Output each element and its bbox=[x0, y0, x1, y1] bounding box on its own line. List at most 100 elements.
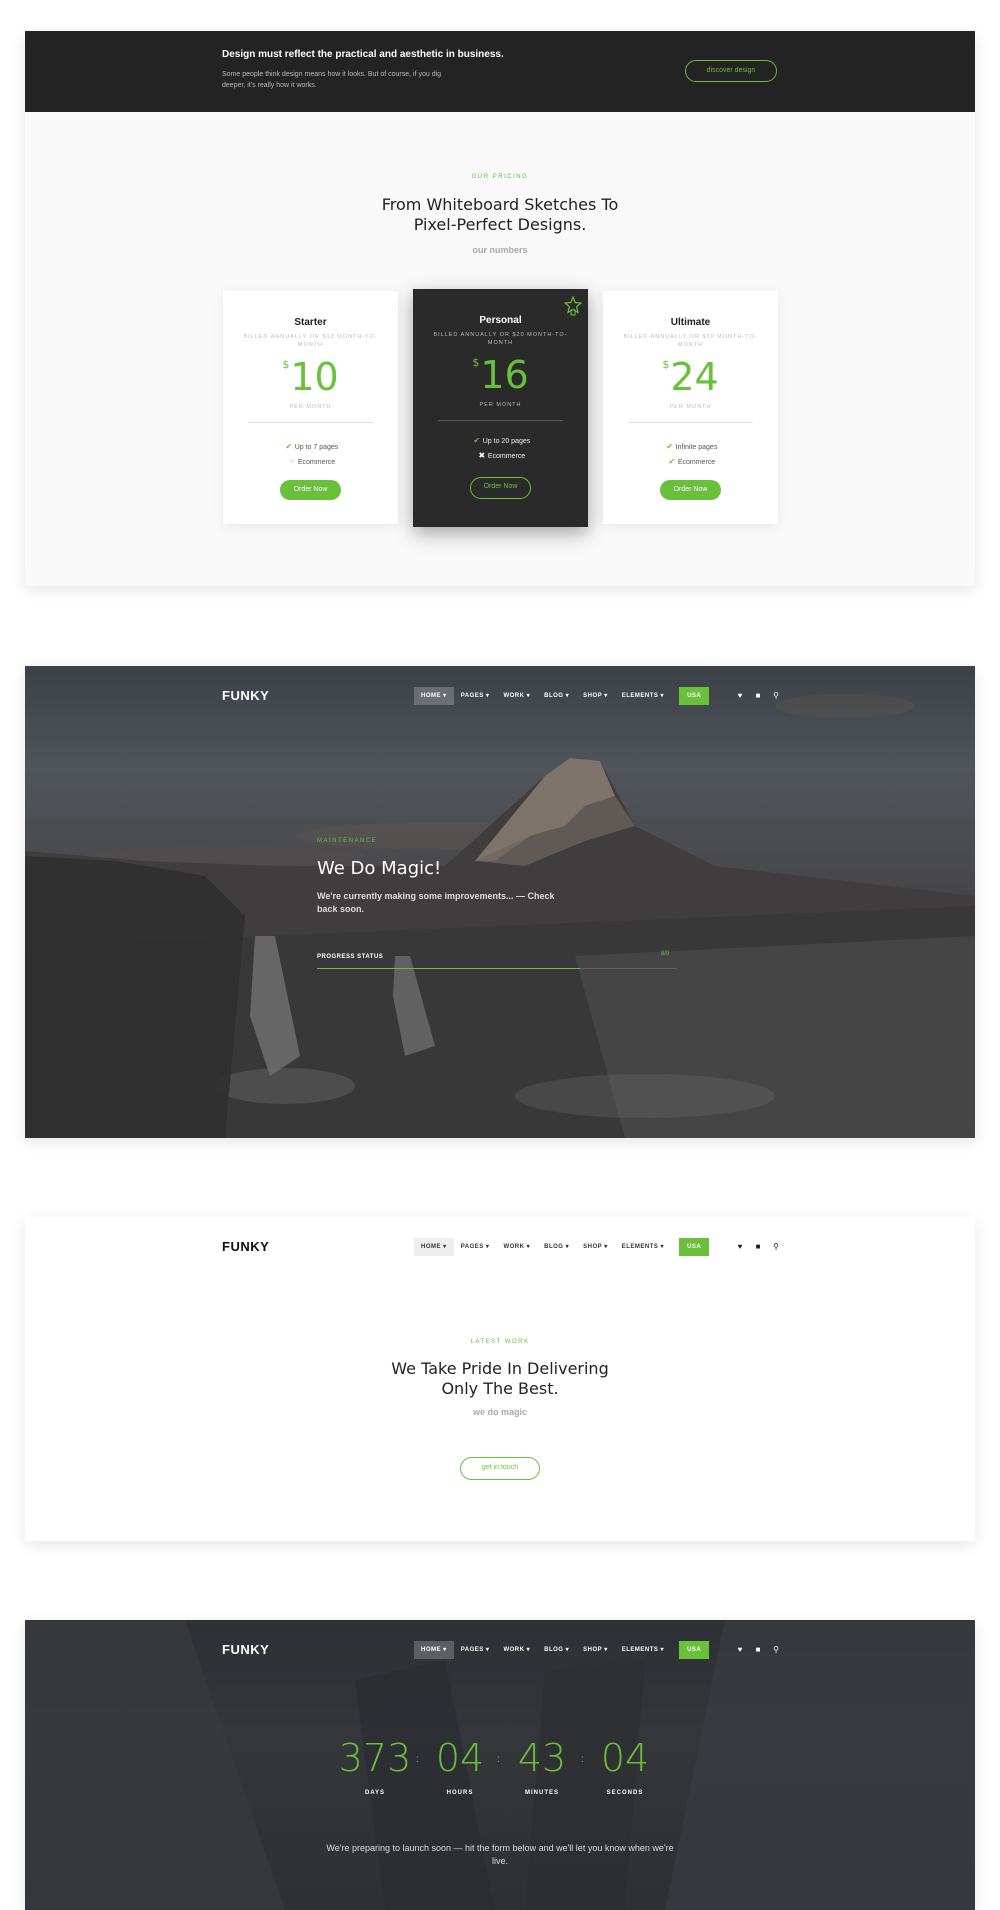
plan-price: $16 bbox=[413, 353, 588, 397]
bag-icon[interactable]: ■ bbox=[749, 1645, 767, 1654]
brand-logo[interactable]: FUNKY bbox=[222, 1239, 269, 1254]
nav-home[interactable]: HOME ▾ bbox=[414, 1238, 454, 1256]
plan-name: Personal bbox=[479, 315, 522, 326]
brand-logo[interactable]: FUNKY bbox=[222, 1642, 269, 1657]
nav-pages[interactable]: PAGES ▾ bbox=[454, 1238, 497, 1256]
nav-icons: ♥ ■ ⚲ bbox=[731, 1645, 785, 1654]
brand-logo[interactable]: FUNKY bbox=[222, 688, 269, 703]
nav-elements[interactable]: ELEMENTS ▾ bbox=[615, 687, 671, 705]
star-badge-icon bbox=[564, 296, 582, 316]
countdown-value: 04 bbox=[435, 1736, 485, 1780]
pricing-title-line2: Pixel-Perfect Designs. bbox=[413, 215, 587, 234]
plan-feature: ✕ Ecommerce bbox=[223, 457, 398, 466]
main-menu: HOME ▾ PAGES ▾ WORK ▾ BLOG ▾ SHOP ▾ ELEM… bbox=[414, 687, 710, 705]
order-now-button[interactable]: Order Now bbox=[280, 480, 341, 500]
nav-shop[interactable]: SHOP ▾ bbox=[576, 1238, 615, 1256]
plan-name: Starter bbox=[294, 317, 327, 328]
countdown-label: DAYS bbox=[364, 1790, 386, 1796]
plan-name: Ultimate bbox=[670, 317, 711, 328]
plan-card-starter: Starter BILLED ANNUALLY OR $12 MONTH-TO-… bbox=[223, 291, 398, 524]
nav-shop[interactable]: SHOP ▾ bbox=[576, 1641, 615, 1659]
nav-home[interactable]: HOME ▾ bbox=[414, 1641, 454, 1659]
bag-icon[interactable]: ■ bbox=[749, 1242, 767, 1251]
price-value: 16 bbox=[480, 353, 529, 397]
nav-work[interactable]: WORK ▾ bbox=[496, 687, 537, 705]
progress-bar-fill bbox=[317, 968, 580, 969]
check-icon: ✔ bbox=[668, 457, 676, 466]
latest-work-subtitle: we do magic bbox=[472, 1407, 527, 1417]
nav-shop[interactable]: SHOP ▾ bbox=[576, 687, 615, 705]
nav-blog[interactable]: BLOG ▾ bbox=[537, 687, 576, 705]
nav-elements[interactable]: ELEMENTS ▾ bbox=[615, 1641, 671, 1659]
progress-label: PROGRESS STATUS bbox=[317, 954, 384, 960]
pricing-title-line1: From Whiteboard Sketches To bbox=[381, 195, 619, 214]
plan-feature: ✖ Ecommerce bbox=[413, 451, 588, 460]
feature-label: Ecommerce bbox=[677, 459, 716, 466]
nav-blog[interactable]: BLOG ▾ bbox=[537, 1238, 576, 1256]
maintenance-text: We're currently making some improvements… bbox=[317, 891, 555, 914]
nav-work[interactable]: WORK ▾ bbox=[496, 1641, 537, 1659]
countdown-separator: : bbox=[416, 1754, 419, 1765]
plan-feature: ✔ Infinite pages bbox=[603, 442, 778, 451]
plan-billing: BILLED ANNUALLY OR $12 MONTH-TO-MONTH bbox=[243, 334, 378, 348]
divider bbox=[248, 422, 373, 423]
get-in-touch-button[interactable]: get in touch bbox=[460, 1457, 540, 1480]
currency-symbol: $ bbox=[662, 358, 670, 371]
nav-work[interactable]: WORK ▾ bbox=[496, 1238, 537, 1256]
banner-headline: Design must reflect the practical and ae… bbox=[222, 49, 504, 60]
latest-work-title-line1: We Take Pride In Delivering bbox=[391, 1359, 609, 1378]
feature-label: Ecommerce bbox=[297, 459, 336, 466]
close-icon: ✖ bbox=[478, 451, 486, 460]
disabled-icon: ✕ bbox=[288, 457, 296, 466]
divider bbox=[628, 422, 753, 423]
progress-bar bbox=[317, 968, 677, 969]
plan-feature: ✔ Ecommerce bbox=[603, 457, 778, 466]
plan-price: $10 bbox=[223, 355, 398, 399]
heart-icon[interactable]: ♥ bbox=[731, 1645, 749, 1654]
feature-label: Up to 7 pages bbox=[294, 444, 339, 451]
nav-home[interactable]: HOME ▾ bbox=[414, 687, 454, 705]
region-button[interactable]: USA bbox=[679, 1238, 710, 1256]
nav-pages[interactable]: PAGES ▾ bbox=[454, 687, 497, 705]
plan-price: $24 bbox=[603, 355, 778, 399]
heart-icon[interactable]: ♥ bbox=[731, 691, 749, 700]
order-now-button[interactable]: Order Now bbox=[660, 480, 721, 500]
check-icon: ✔ bbox=[473, 436, 481, 445]
countdown-days: 373 DAYS bbox=[335, 1738, 415, 1796]
countdown-label: HOURS bbox=[446, 1790, 474, 1796]
countdown-label: MINUTES bbox=[525, 1790, 559, 1796]
nav-blog[interactable]: BLOG ▾ bbox=[537, 1641, 576, 1659]
latest-work-eyebrow: LATEST WORK bbox=[470, 1339, 530, 1345]
banner-text: Some people think design means how it lo… bbox=[222, 71, 442, 89]
plan-billing: BILLED ANNUALLY OR $30 MONTH-TO-MONTH bbox=[623, 334, 758, 348]
latest-work-title-line2: Only The Best. bbox=[441, 1379, 559, 1398]
nav-elements[interactable]: ELEMENTS ▾ bbox=[615, 1238, 671, 1256]
plan-card-ultimate: Ultimate BILLED ANNUALLY OR $30 MONTH-TO… bbox=[603, 291, 778, 524]
plan-feature: ✔ Up to 20 pages bbox=[413, 436, 588, 445]
price-value: 24 bbox=[670, 355, 719, 399]
nav-icons: ♥ ■ ⚲ bbox=[731, 691, 785, 700]
discover-design-button[interactable]: discover design bbox=[685, 60, 777, 82]
launch-text: We're preparing to launch soon — hit the… bbox=[326, 1843, 674, 1866]
search-icon[interactable]: ⚲ bbox=[767, 1242, 785, 1251]
heart-icon[interactable]: ♥ bbox=[731, 1242, 749, 1251]
countdown-seconds: 04 SECONDS bbox=[595, 1738, 655, 1796]
main-menu: HOME ▾ PAGES ▾ WORK ▾ BLOG ▾ SHOP ▾ ELEM… bbox=[414, 1641, 710, 1659]
top-navigation: FUNKY HOME ▾ PAGES ▾ WORK ▾ BLOG ▾ SHOP … bbox=[25, 1620, 975, 1682]
search-icon[interactable]: ⚲ bbox=[767, 1645, 785, 1654]
order-now-button[interactable]: Order Now bbox=[470, 477, 531, 499]
nav-pages[interactable]: PAGES ▾ bbox=[454, 1641, 497, 1659]
countdown-value: 43 bbox=[517, 1736, 567, 1780]
maintenance-title: We Do Magic! bbox=[317, 858, 442, 879]
region-button[interactable]: USA bbox=[679, 687, 710, 705]
plan-period: PER MONTH bbox=[669, 404, 712, 410]
price-value: 10 bbox=[290, 355, 339, 399]
region-button[interactable]: USA bbox=[679, 1641, 710, 1659]
design-banner: Design must reflect the practical and ae… bbox=[25, 31, 975, 112]
countdown-minutes: 43 MINUTES bbox=[512, 1738, 572, 1796]
maintenance-eyebrow: MAINTENANCE bbox=[317, 838, 378, 844]
plan-card-personal: Personal BILLED ANNUALLY OR $20 MONTH-TO… bbox=[413, 289, 588, 527]
search-icon[interactable]: ⚲ bbox=[767, 691, 785, 700]
bag-icon[interactable]: ■ bbox=[749, 691, 767, 700]
coming-soon-section: FUNKY HOME ▾ PAGES ▾ WORK ▾ BLOG ▾ SHOP … bbox=[25, 1620, 975, 1910]
